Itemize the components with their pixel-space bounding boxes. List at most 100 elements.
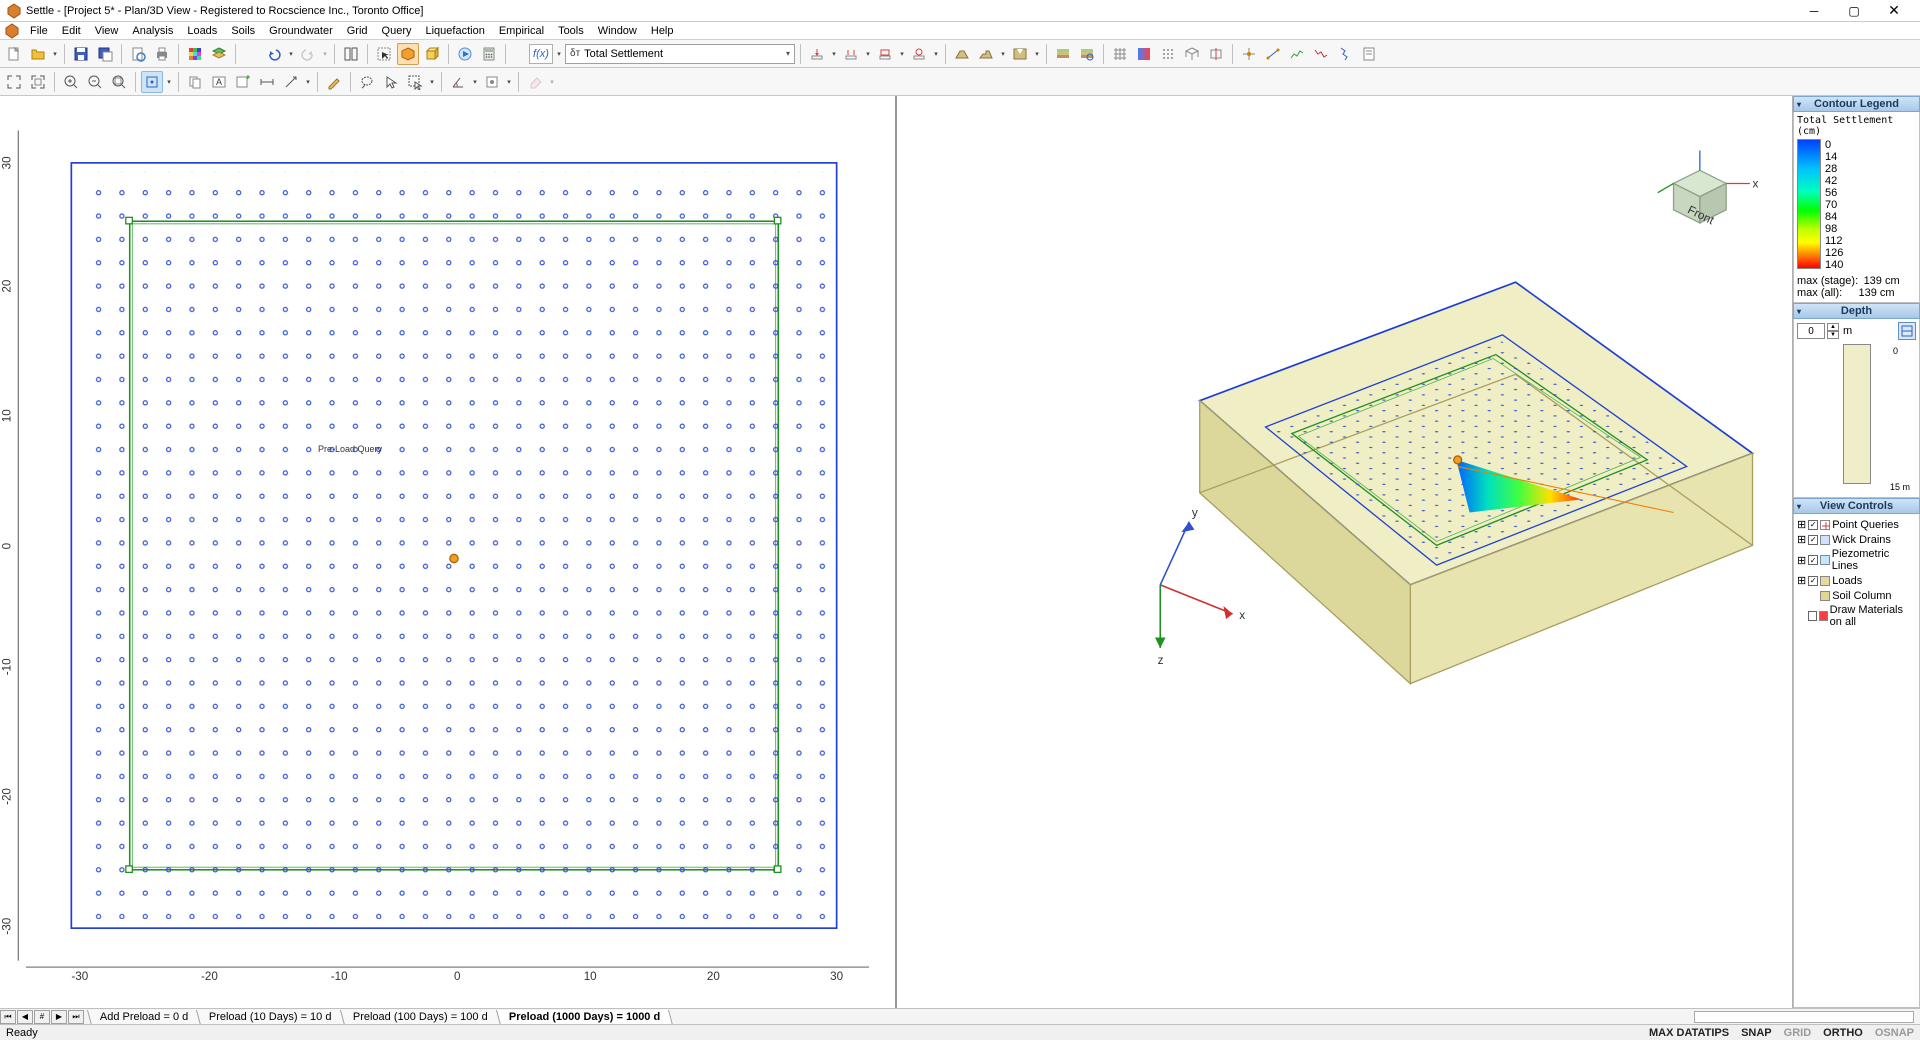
soil-layers-icon[interactable] bbox=[1052, 43, 1074, 65]
stage-tab-3[interactable]: Preload (1000 Days) = 1000 d bbox=[496, 1010, 673, 1025]
grid-color-icon[interactable] bbox=[1133, 43, 1155, 65]
undo-dropdown[interactable]: ▾ bbox=[287, 43, 295, 65]
zoom-extents-icon[interactable] bbox=[3, 71, 25, 93]
menu-edit[interactable]: Edit bbox=[56, 24, 87, 38]
grid-plain-icon[interactable] bbox=[1109, 43, 1131, 65]
menu-analysis[interactable]: Analysis bbox=[126, 24, 179, 38]
grid-3d-icon[interactable] bbox=[1181, 43, 1203, 65]
timeline-first[interactable]: ⏮ bbox=[0, 1010, 16, 1024]
vc-point-queries[interactable]: ⊞✓Point Queries bbox=[1797, 517, 1916, 532]
contour-legend-header[interactable]: ▾Contour Legend bbox=[1793, 96, 1920, 112]
menu-view[interactable]: View bbox=[89, 24, 125, 38]
report-icon[interactable] bbox=[1358, 43, 1380, 65]
menu-tools[interactable]: Tools bbox=[552, 24, 590, 38]
excavation-icon[interactable] bbox=[1009, 43, 1031, 65]
menu-liquefaction[interactable]: Liquefaction bbox=[420, 24, 491, 38]
maximize-button[interactable]: ▢ bbox=[1834, 0, 1874, 22]
arrow-tool-icon[interactable] bbox=[280, 71, 302, 93]
plan-view[interactable]: -30-20-100102030 -30 -20 -10 0 10 20 30 bbox=[0, 96, 897, 1008]
snap-dropdown[interactable]: ▾ bbox=[505, 71, 513, 93]
zoom-window-icon[interactable] bbox=[27, 71, 49, 93]
depth-input[interactable] bbox=[1797, 323, 1825, 339]
area-load-dropdown[interactable]: ▾ bbox=[898, 43, 906, 65]
eraser-icon[interactable] bbox=[524, 71, 546, 93]
print-preview-icon[interactable] bbox=[127, 43, 149, 65]
zoom-in-icon[interactable] bbox=[60, 71, 82, 93]
status-osnap[interactable]: OSNAP bbox=[1875, 1027, 1914, 1039]
lasso-icon[interactable] bbox=[356, 71, 378, 93]
shade-3d-icon[interactable] bbox=[397, 43, 419, 65]
line-load-icon[interactable] bbox=[840, 43, 862, 65]
status-grid[interactable]: GRID bbox=[1784, 1027, 1812, 1039]
depth-header[interactable]: ▾Depth bbox=[1793, 303, 1920, 319]
view-controls-header[interactable]: ▾View Controls bbox=[1793, 498, 1920, 514]
status-snap[interactable]: SNAP bbox=[1741, 1027, 1772, 1039]
new-file-icon[interactable] bbox=[3, 43, 25, 65]
print-icon[interactable] bbox=[151, 43, 173, 65]
vc-soil-column[interactable]: ⊞Soil Column bbox=[1797, 588, 1916, 603]
menu-window[interactable]: Window bbox=[592, 24, 643, 38]
status-max-datatips[interactable]: MAX DATATIPS bbox=[1649, 1027, 1729, 1039]
select-icon[interactable] bbox=[373, 43, 395, 65]
area-load-icon[interactable] bbox=[874, 43, 896, 65]
layers-icon[interactable] bbox=[208, 43, 230, 65]
redo-dropdown[interactable]: ▾ bbox=[321, 43, 329, 65]
threed-view[interactable]: Front x bbox=[897, 96, 1792, 1008]
vc-draw-materials[interactable]: ⊞Draw Materials on all bbox=[1797, 603, 1916, 629]
stage-tab-2[interactable]: Preload (100 Days) = 100 d bbox=[340, 1010, 501, 1025]
slice-icon[interactable] bbox=[1205, 43, 1227, 65]
zoom-all-icon[interactable] bbox=[108, 71, 130, 93]
load-edit-icon[interactable] bbox=[908, 43, 930, 65]
select-arrow-icon[interactable] bbox=[380, 71, 402, 93]
embankment-dropdown[interactable]: ▾ bbox=[999, 43, 1007, 65]
excavation-dropdown[interactable]: ▾ bbox=[1033, 43, 1041, 65]
open-folder-icon[interactable] bbox=[27, 43, 49, 65]
eraser-dropdown[interactable]: ▾ bbox=[548, 71, 556, 93]
text-box-icon[interactable]: A bbox=[208, 71, 230, 93]
angle-dropdown[interactable]: ▾ bbox=[471, 71, 479, 93]
redo-icon[interactable] bbox=[297, 43, 319, 65]
select-dropdown[interactable]: ▾ bbox=[428, 71, 436, 93]
query-graph-icon[interactable] bbox=[1286, 43, 1308, 65]
depth-up[interactable]: ▲ bbox=[1827, 323, 1839, 331]
timeline-index[interactable]: # bbox=[34, 1010, 50, 1024]
load-edit-dropdown[interactable]: ▾ bbox=[932, 43, 940, 65]
menu-groundwater[interactable]: Groundwater bbox=[263, 24, 339, 38]
timeline-next[interactable]: ▶ bbox=[51, 1010, 67, 1024]
copy-icon[interactable] bbox=[184, 71, 206, 93]
depth-spinner[interactable]: ▲▼ bbox=[1797, 323, 1839, 339]
timeline-input[interactable] bbox=[1694, 1011, 1914, 1023]
undo-icon[interactable] bbox=[263, 43, 285, 65]
angle-icon[interactable] bbox=[447, 71, 469, 93]
close-button[interactable]: ✕ bbox=[1874, 0, 1914, 22]
timeline-prev[interactable]: ◀ bbox=[17, 1010, 33, 1024]
menu-grid[interactable]: Grid bbox=[341, 24, 374, 38]
add-box-icon[interactable] bbox=[232, 71, 254, 93]
query-point-icon[interactable] bbox=[1238, 43, 1260, 65]
timeline-last[interactable]: ⏭ bbox=[68, 1010, 84, 1024]
depth-down[interactable]: ▼ bbox=[1827, 331, 1839, 339]
pencil-icon[interactable] bbox=[323, 71, 345, 93]
pan-dropdown[interactable]: ▾ bbox=[165, 71, 173, 93]
save-as-icon[interactable] bbox=[94, 43, 116, 65]
menu-query[interactable]: Query bbox=[376, 24, 418, 38]
pan-selected-icon[interactable] bbox=[141, 71, 163, 93]
menu-empirical[interactable]: Empirical bbox=[493, 24, 550, 38]
open-dropdown[interactable]: ▾ bbox=[51, 43, 59, 65]
status-ortho[interactable]: ORTHO bbox=[1823, 1027, 1863, 1039]
minimize-button[interactable]: ─ bbox=[1794, 0, 1834, 22]
menu-help[interactable]: Help bbox=[645, 24, 680, 38]
stage-tab-0[interactable]: Add Preload = 0 d bbox=[87, 1010, 201, 1025]
save-icon[interactable] bbox=[70, 43, 92, 65]
result-type-combo[interactable]: δᴛ Total Settlement ▾ bbox=[565, 44, 795, 64]
point-load-icon[interactable] bbox=[806, 43, 828, 65]
zoom-out-icon[interactable] bbox=[84, 71, 106, 93]
snap-settings-icon[interactable] bbox=[481, 71, 503, 93]
line-load-dropdown[interactable]: ▾ bbox=[864, 43, 872, 65]
depth-toggle-icon[interactable] bbox=[1898, 322, 1916, 340]
fx-button[interactable]: f(x) bbox=[529, 44, 553, 64]
embankment-icon[interactable] bbox=[951, 43, 973, 65]
vc-wick-drains[interactable]: ⊞✓Wick Drains bbox=[1797, 532, 1916, 547]
query-time-icon[interactable] bbox=[1310, 43, 1332, 65]
select-box-icon[interactable] bbox=[404, 71, 426, 93]
